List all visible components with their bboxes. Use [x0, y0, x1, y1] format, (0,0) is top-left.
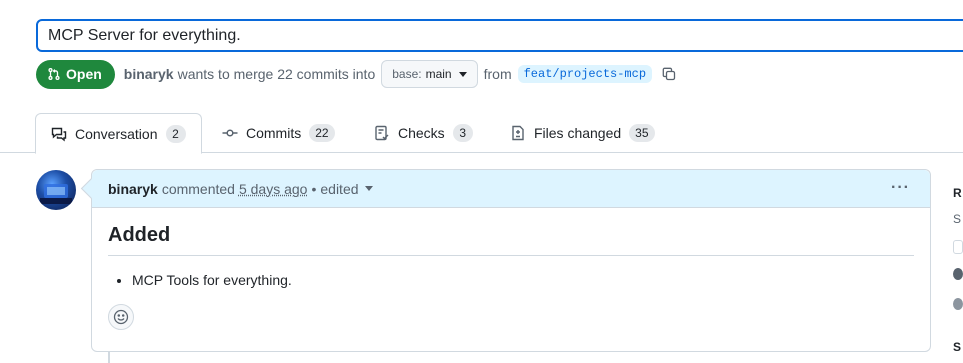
comment-box: binaryk commented 5 days ago • edited ··… — [91, 169, 931, 352]
file-diff-icon — [510, 125, 526, 141]
checklist-icon — [374, 125, 390, 141]
comment-discussion-icon — [51, 126, 67, 142]
tab-label: Commits — [246, 125, 301, 141]
tab-label: Checks — [398, 125, 445, 141]
sidebar-avatar[interactable] — [953, 240, 963, 254]
pull-request-page: Open binaryk wants to merge 22 commits i… — [0, 0, 963, 363]
sidebar-text: S — [953, 212, 961, 226]
from-label: from — [484, 66, 512, 82]
sidebar-avatar[interactable] — [953, 268, 963, 280]
comment-action: commented — [162, 181, 235, 197]
edited-label: edited — [320, 181, 358, 197]
edited-dropdown[interactable]: edited — [320, 181, 372, 197]
timeline-connector — [108, 351, 110, 363]
comment-heading: Added — [108, 224, 914, 256]
sidebar-heading: S — [953, 340, 961, 354]
avatar[interactable] — [36, 170, 76, 210]
sidebar-avatar[interactable] — [953, 298, 963, 310]
tab-counter: 3 — [453, 124, 473, 142]
tab-counter: 35 — [629, 124, 654, 142]
merge-description: wants to merge 22 commits into — [178, 66, 376, 82]
comment-author-link[interactable]: binaryk — [108, 181, 158, 197]
comment-list: MCP Tools for everything. — [108, 272, 914, 288]
base-branch-selector[interactable]: base: main — [381, 60, 477, 88]
list-item: MCP Tools for everything. — [132, 272, 914, 288]
add-reaction-button[interactable] — [108, 304, 134, 330]
comment-header: binaryk commented 5 days ago • edited ··… — [92, 170, 930, 208]
pr-author-link[interactable]: binaryk — [124, 66, 174, 82]
tab-conversation[interactable]: Conversation 2 — [35, 113, 202, 154]
smiley-icon — [113, 309, 129, 325]
base-label: base: — [392, 67, 421, 81]
tab-label: Files changed — [534, 125, 621, 141]
avatar-image — [36, 170, 76, 210]
comment-body: Added MCP Tools for everything. — [92, 208, 930, 330]
pr-tabs: Conversation 2 Commits 22 Checks 3 Files… — [0, 113, 963, 153]
kebab-horizontal-icon[interactable]: ··· — [891, 179, 910, 197]
sidebar-heading: R — [953, 186, 962, 200]
head-branch-link[interactable]: feat/projects-mcp — [518, 65, 652, 83]
state-badge: Open — [36, 60, 115, 89]
pr-state-row: Open binaryk wants to merge 22 commits i… — [36, 60, 677, 88]
git-pull-request-icon — [47, 67, 61, 81]
chevron-down-icon — [459, 72, 467, 77]
tab-label: Conversation — [75, 126, 158, 142]
tab-counter: 2 — [166, 125, 186, 143]
pr-title-input[interactable] — [36, 19, 963, 52]
tab-files-changed[interactable]: Files changed 35 — [510, 113, 655, 153]
git-commit-icon — [222, 125, 238, 141]
tab-counter: 22 — [309, 124, 334, 142]
tab-checks[interactable]: Checks 3 — [374, 113, 473, 153]
copy-icon[interactable] — [661, 66, 677, 82]
state-label: Open — [66, 66, 102, 82]
chevron-down-icon — [365, 186, 373, 191]
comment-timestamp[interactable]: 5 days ago — [239, 181, 308, 197]
base-branch-name: main — [426, 67, 452, 81]
tab-commits[interactable]: Commits 22 — [222, 113, 335, 153]
separator: • — [311, 181, 316, 197]
sidebar-peek: R S S — [953, 180, 963, 363]
